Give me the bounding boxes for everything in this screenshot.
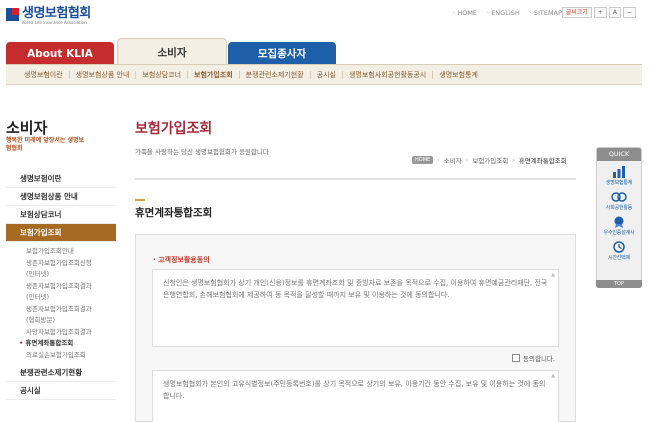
back-to-top-button[interactable]: TOP (596, 280, 642, 288)
breadcrumb-separator: › (465, 156, 469, 164)
font-default-button[interactable]: A (608, 7, 621, 18)
sidebar-item-active[interactable]: 보험가입조회 (6, 224, 116, 242)
breadcrumb-item[interactable]: 보험가입조회 (472, 155, 508, 165)
subnav-item[interactable]: 생명보험이란 (18, 70, 70, 79)
consent-text-1: 신청인은 생명보험협회가 상기 개인(신용)정보를 휴면계좌조회 및 증빙자료 … (163, 279, 548, 299)
handshake-icon (611, 192, 627, 202)
quick-item-label: 시간선택제 (607, 255, 630, 261)
badge-icon (614, 216, 624, 228)
page-title: 보험가입조회 (135, 121, 213, 137)
breadcrumb-current: 휴면계좌통합조회 (518, 157, 567, 165)
subnav-item[interactable]: 공시실 (311, 70, 343, 79)
scrollbar[interactable]: ▲ (550, 273, 556, 343)
breadcrumb-item[interactable]: 소비자 (444, 155, 462, 165)
consent-textarea-2[interactable]: 생명보험협회가 본인의 고유식별정보(주민등록번호)를 상기 목적으로 상기의 … (152, 370, 559, 422)
scrollbar[interactable]: ▲ (550, 374, 556, 419)
sidebar-subitem[interactable]: (인터넷) (26, 269, 116, 281)
english-link[interactable]: ENGLISH (487, 9, 520, 17)
quick-item-social[interactable]: 사회공헌활동 (597, 191, 641, 211)
subnav-item[interactable]: 보험상담코너 (136, 70, 189, 79)
sidebar-menu: 생명보험이란 생명보험상품 안내 보험상담코너 보험가입조회 보험가입조회안내 … (6, 170, 116, 400)
subnav-item[interactable]: 분쟁관련소제기현황 (240, 70, 311, 79)
nav-tab-consumer[interactable]: 소비자 (117, 38, 227, 65)
consent-text-2: 생명보험협회가 본인의 고유식별정보(주민등록번호)를 상기 목적으로 상기의 … (163, 380, 546, 400)
sidebar-subitem[interactable]: 의료실손보험가입조회 (26, 350, 116, 362)
subnav-item[interactable]: 생명보험사회공헌활동공시 (343, 70, 434, 79)
section-marker (135, 199, 145, 201)
agree-checkbox[interactable] (512, 354, 520, 362)
home-link[interactable]: HOME (453, 9, 477, 17)
sidebar-title: 소비자 (6, 119, 48, 137)
breadcrumb: HOME › 소비자 › 보험가입조회 › 휴면계좌통합조회 (412, 155, 567, 165)
chart-icon (613, 166, 625, 178)
nav-tab-recruit[interactable]: 모집종사자 (228, 42, 336, 65)
subnav-item[interactable]: 생명보험통계 (433, 71, 484, 79)
logo-subtitle: Korea Life Insurance Association (22, 20, 87, 25)
sidebar-subitem[interactable]: 보험가입조회안내 (26, 246, 116, 258)
sitemap-link[interactable]: SITEMAP (530, 9, 562, 17)
sidebar-item[interactable]: 분쟁관련소제기현황 (6, 364, 116, 382)
sub-nav: 생명보험이란 생명보험상품 안내 보험상담코너 보험가입조회 분쟁관련소제기현황… (6, 65, 642, 85)
clock-icon (613, 241, 625, 253)
quick-item-stats[interactable]: 생명보험통계 (597, 166, 641, 186)
section-title: 휴면계좌통합조회 (135, 207, 213, 219)
sidebar-slogan: 행복한 미래에 앞장서는 생명보험협회 (6, 137, 85, 152)
quick-item-label: 우수인증설계사 (603, 230, 635, 236)
subnav-item-active[interactable]: 보험가입조회 (188, 70, 240, 79)
quick-item-time[interactable]: 시간선택제 (597, 241, 641, 261)
sidebar-subitem[interactable]: 사망자보험가입조회결과 (26, 327, 116, 339)
sidebar-item[interactable]: 보험상담코너 (6, 206, 116, 224)
sidebar-item[interactable]: 공시실 (6, 382, 116, 400)
sidebar-item[interactable]: 생명보험상품 안내 (6, 188, 116, 206)
scroll-up-icon[interactable]: ▲ (550, 273, 556, 278)
sidebar-subitem[interactable]: (인터넷) (26, 292, 116, 304)
sidebar-subitem[interactable]: 생존자보험가입조회결과 (26, 304, 116, 316)
quick-menu-header: QUICK (597, 148, 641, 161)
logo-name: 생명보험협회 Korea Life Insurance Association (22, 6, 91, 25)
nav-tab-about[interactable]: About KLIA (6, 42, 114, 65)
quick-item-agent[interactable]: 우수인증설계사 (597, 216, 641, 236)
agree-checkbox-group[interactable]: 동의합니다. (512, 353, 555, 363)
title-divider (135, 178, 576, 180)
font-decrease-button[interactable]: − (622, 7, 636, 18)
sidebar-subitem[interactable]: (협회방문) (26, 315, 116, 327)
utility-links: HOME ENGLISH SITEMAP (453, 9, 562, 17)
font-size-label: 글씨크기 (561, 7, 592, 18)
sidebar-item[interactable]: 생명보험이란 (6, 170, 116, 188)
quick-item-label: 생명보험통계 (605, 180, 633, 186)
quick-item-label: 사회공헌활동 (605, 205, 633, 211)
quick-menu: QUICK 생명보험통계 사회공헌활동 우수인증설계사 시간선택제 TOP (596, 147, 642, 288)
sidebar-subitem[interactable]: 생존자보험가입조회신청 (26, 258, 116, 270)
font-increase-button[interactable]: + (593, 7, 607, 18)
agree-label[interactable]: 동의합니다. (523, 353, 555, 363)
font-size-tools: 글씨크기 + A − (561, 7, 636, 18)
sidebar-submenu: 보험가입조회안내 생존자보험가입조회신청 (인터넷) 생존자보험가입조회결과 (… (6, 242, 116, 364)
breadcrumb-separator: › (437, 156, 440, 164)
site-logo[interactable]: 생명보험협회 Korea Life Insurance Association (6, 6, 91, 25)
breadcrumb-separator: › (512, 156, 515, 164)
breadcrumb-home[interactable]: HOME (412, 156, 434, 164)
consent-textarea-1[interactable]: 신청인은 생명보험협회가 상기 개인(신용)정보를 휴면계좌조회 및 증빙자료 … (152, 269, 559, 347)
main-nav: About KLIA 소비자 모집종사자 (6, 38, 642, 65)
logo-mark-icon (6, 8, 19, 21)
scroll-up-icon[interactable]: ▲ (550, 374, 556, 379)
sidebar-subitem[interactable]: 생존자보험가입조회결과 (26, 281, 116, 293)
consent-title: 고객정보활용동의 (153, 255, 210, 265)
page-description: 가족을 사랑하는 당신 생명보험협회가 응원합니다 (135, 148, 269, 156)
sidebar-subitem-current[interactable]: 휴면계좌통합조회 (25, 338, 116, 350)
subnav-item[interactable]: 생명보험상품 안내 (70, 70, 137, 79)
